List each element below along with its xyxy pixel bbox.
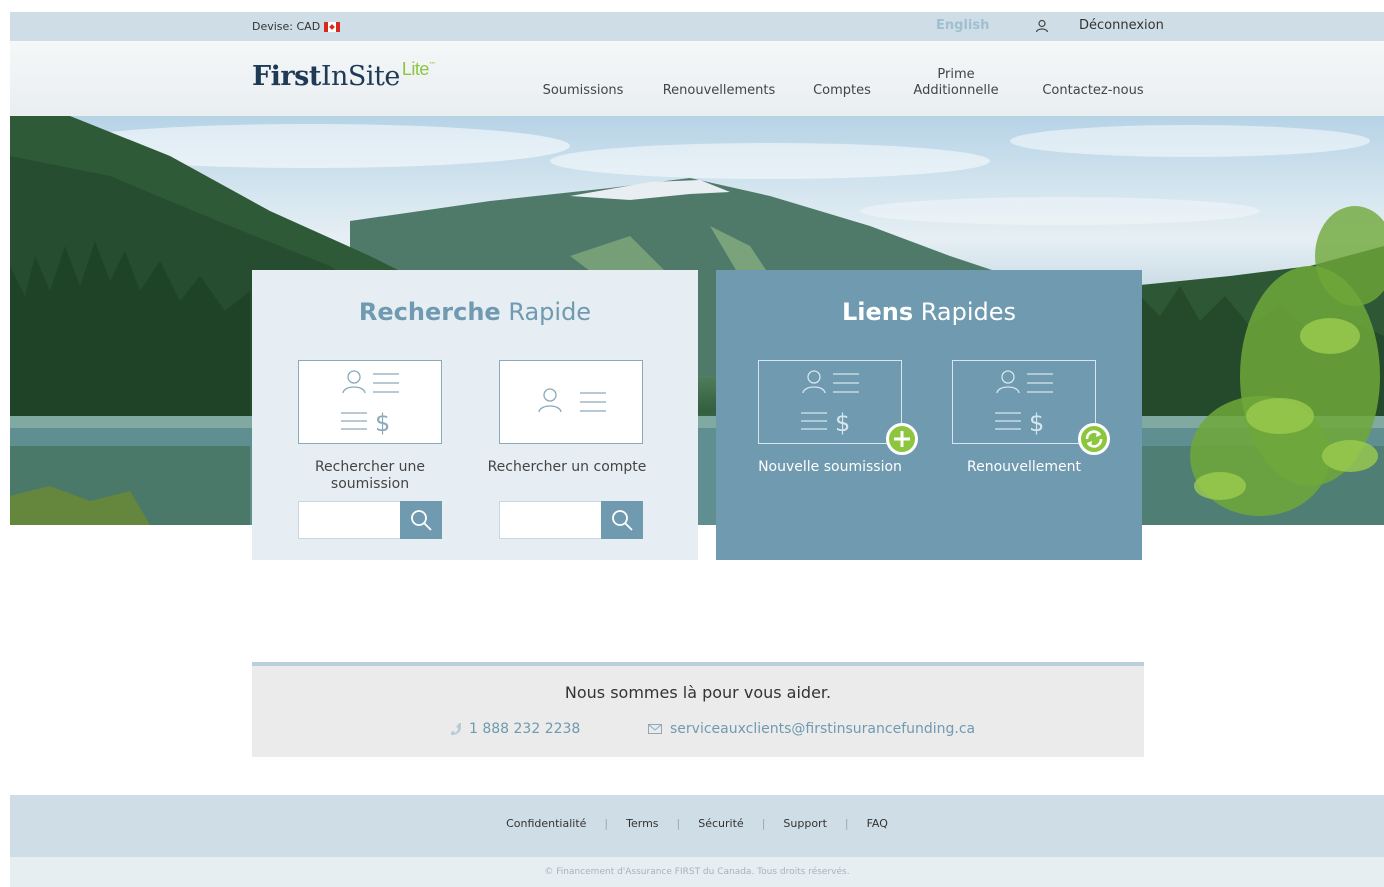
quick-links-title-rest: Rapides bbox=[913, 298, 1017, 326]
search-quote-button[interactable] bbox=[400, 501, 442, 539]
footer-links: Confidentialité | Terms | Sécurité | Sup… bbox=[10, 817, 1384, 830]
search-quote-card: $ bbox=[298, 360, 442, 444]
search-account-label: Rechercher un compte bbox=[487, 459, 647, 475]
email-icon bbox=[648, 724, 662, 734]
help-phone-number: 1 888 232 2238 bbox=[469, 721, 581, 737]
search-account-input[interactable] bbox=[500, 502, 600, 538]
account-document-icon bbox=[538, 388, 606, 413]
footer-link-faq[interactable]: FAQ bbox=[867, 817, 888, 830]
footer: Confidentialité | Terms | Sécurité | Sup… bbox=[10, 795, 1384, 857]
quick-search-title-bold: Recherche bbox=[358, 298, 501, 326]
currency-indicator: Devise: CAD bbox=[252, 20, 341, 33]
header: FirstInSite Lite™ Soumissions Renouvellem… bbox=[10, 41, 1384, 116]
quote-document-icon: $ bbox=[341, 370, 399, 437]
plus-icon[interactable] bbox=[886, 423, 918, 455]
quick-search-title: Recherche Rapide bbox=[252, 298, 698, 326]
search-quote-input[interactable] bbox=[299, 502, 399, 538]
logo[interactable]: FirstInSite Lite™ bbox=[252, 59, 436, 92]
search-account-button[interactable] bbox=[601, 501, 643, 539]
quick-search-panel: Recherche Rapide $ Rechercher une soumis… bbox=[252, 270, 698, 560]
footer-link-terms[interactable]: Terms bbox=[626, 817, 658, 830]
logo-tm: ™ bbox=[428, 61, 436, 69]
renewal-card[interactable]: $ bbox=[952, 360, 1096, 444]
top-bar: Devise: CAD English Déconnexion bbox=[10, 12, 1384, 41]
logo-insite: InSite bbox=[320, 61, 401, 92]
search-icon bbox=[411, 510, 432, 531]
logout-link[interactable]: Déconnexion bbox=[1079, 18, 1164, 33]
canada-flag-icon bbox=[324, 21, 341, 32]
search-icon bbox=[612, 510, 633, 531]
footer-separator: | bbox=[676, 817, 681, 830]
copyright: © Financement d'Assurance FIRST du Canad… bbox=[10, 857, 1384, 887]
new-quote-card[interactable]: $ bbox=[758, 360, 902, 444]
help-phone[interactable]: 1 888 232 2238 bbox=[450, 721, 580, 737]
user-icon bbox=[1035, 19, 1049, 33]
help-title: Nous sommes là pour vous aider. bbox=[564, 683, 832, 702]
svg-text:$: $ bbox=[375, 409, 390, 437]
refresh-icon[interactable] bbox=[1078, 423, 1110, 455]
language-link[interactable]: English bbox=[936, 18, 989, 33]
search-account-card bbox=[499, 360, 643, 444]
nav-prime-additionnelle[interactable]: Prime Additionnelle bbox=[906, 45, 1006, 120]
quick-links-panel: Liens Rapides $ Nouvelle soumission $ Re… bbox=[716, 270, 1142, 560]
logo-lite: Lite bbox=[401, 59, 430, 79]
phone-icon bbox=[451, 723, 461, 735]
quick-links-title-bold: Liens bbox=[841, 298, 914, 326]
logo-first: First bbox=[252, 61, 321, 92]
search-account-box bbox=[499, 501, 643, 539]
help-section: Nous sommes là pour vous aider. 1 888 23… bbox=[252, 662, 1144, 757]
footer-link-support[interactable]: Support bbox=[783, 817, 826, 830]
help-email-address: serviceauxclients@firstinsurancefunding.… bbox=[670, 721, 976, 737]
quick-search-title-rest: Rapide bbox=[500, 298, 592, 326]
page: Devise: CAD English Déconnexion FirstInS… bbox=[10, 12, 1384, 887]
svg-text:$: $ bbox=[835, 409, 850, 437]
svg-text:$: $ bbox=[1029, 409, 1044, 437]
footer-link-securite[interactable]: Sécurité bbox=[698, 817, 743, 830]
search-quote-label: Rechercher une soumission bbox=[314, 459, 426, 492]
help-email[interactable]: serviceauxclients@firstinsurancefunding.… bbox=[648, 721, 975, 737]
search-quote-box bbox=[298, 501, 442, 539]
new-quote-label[interactable]: Nouvelle soumission bbox=[745, 459, 915, 476]
currency-label: Devise: CAD bbox=[252, 20, 321, 33]
new-quote-document-icon: $ bbox=[801, 370, 859, 437]
renewal-document-icon: $ bbox=[995, 370, 1053, 437]
renewal-label[interactable]: Renouvellement bbox=[939, 459, 1109, 476]
footer-link-confidentialite[interactable]: Confidentialité bbox=[506, 817, 586, 830]
quick-links-title: Liens Rapides bbox=[716, 298, 1142, 326]
footer-separator: | bbox=[604, 817, 609, 830]
footer-separator: | bbox=[761, 817, 766, 830]
footer-separator: | bbox=[844, 817, 849, 830]
